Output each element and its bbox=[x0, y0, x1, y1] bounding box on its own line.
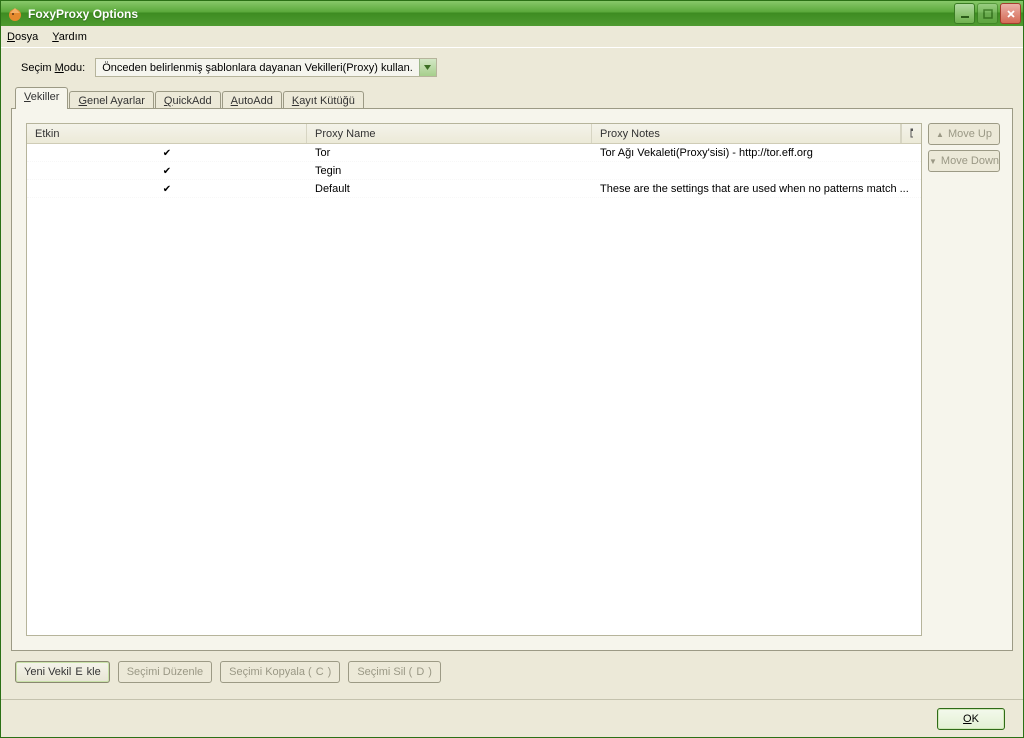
bottom-button-row: Yeni Vekil Ekle Seçimi Düzenle Seçimi Ko… bbox=[11, 651, 1013, 689]
delete-selection-button[interactable]: Seçimi Sil (D) bbox=[348, 661, 441, 683]
chevron-down-icon bbox=[419, 59, 436, 76]
window-title: FoxyProxy Options bbox=[28, 7, 954, 21]
tab-panel-vekiller: Etkin Proxy Name Proxy Notes TorTor Ağı … bbox=[11, 108, 1013, 651]
move-down-button[interactable]: Move Down bbox=[928, 150, 1000, 172]
options-window: FoxyProxy Options Dosya Yardım Seçim Mod… bbox=[0, 0, 1024, 738]
menubar: Dosya Yardım bbox=[1, 26, 1023, 48]
col-header-notes[interactable]: Proxy Notes bbox=[592, 124, 901, 143]
mode-select[interactable]: Önceden belirlenmiş şablonlara dayanan V… bbox=[95, 58, 437, 77]
arrow-down-icon bbox=[929, 155, 937, 167]
checkmark-icon bbox=[163, 183, 171, 195]
tab-vekiller[interactable]: Vekiller bbox=[15, 87, 68, 109]
mode-select-value: Önceden belirlenmiş şablonlara dayanan V… bbox=[96, 62, 419, 74]
col-header-etkin[interactable]: Etkin bbox=[27, 124, 307, 143]
cell-proxy-name: Default bbox=[307, 183, 592, 195]
mode-label: Seçim Modu: bbox=[21, 62, 85, 74]
titlebar: FoxyProxy Options bbox=[1, 1, 1023, 26]
proxy-grid[interactable]: Etkin Proxy Name Proxy Notes TorTor Ağı … bbox=[26, 123, 922, 636]
menu-file[interactable]: Dosya bbox=[7, 31, 38, 43]
grid-header: Etkin Proxy Name Proxy Notes bbox=[27, 124, 921, 144]
cell-proxy-notes: These are the settings that are used whe… bbox=[592, 183, 921, 195]
copy-selection-button[interactable]: Seçimi Kopyala (C) bbox=[220, 661, 340, 683]
column-picker-button[interactable] bbox=[901, 124, 921, 143]
ok-button[interactable]: OK bbox=[937, 708, 1005, 730]
edit-selection-button[interactable]: Seçimi Düzenle bbox=[118, 661, 212, 683]
reorder-buttons: Move Up Move Down bbox=[928, 109, 1012, 650]
dialog-footer: OK bbox=[1, 699, 1023, 737]
app-icon bbox=[7, 6, 23, 22]
minimize-button[interactable] bbox=[954, 3, 975, 24]
cell-proxy-name: Tor bbox=[307, 147, 592, 159]
grid-body: TorTor Ağı Vekaleti(Proxy'sisi) - http:/… bbox=[27, 144, 921, 635]
move-up-button[interactable]: Move Up bbox=[928, 123, 1000, 145]
table-row[interactable]: Tegin bbox=[27, 162, 921, 180]
close-button[interactable] bbox=[1000, 3, 1021, 24]
table-row[interactable]: TorTor Ağı Vekaleti(Proxy'sisi) - http:/… bbox=[27, 144, 921, 162]
mode-row: Seçim Modu: Önceden belirlenmiş şablonla… bbox=[11, 56, 1013, 87]
arrow-up-icon bbox=[936, 128, 944, 140]
cell-enabled bbox=[27, 165, 307, 177]
maximize-button[interactable] bbox=[977, 3, 998, 24]
cell-proxy-name: Tegin bbox=[307, 165, 592, 177]
cell-proxy-notes: Tor Ağı Vekaleti(Proxy'sisi) - http://to… bbox=[592, 147, 921, 159]
cell-enabled bbox=[27, 183, 307, 195]
titlebar-buttons bbox=[954, 3, 1021, 24]
checkmark-icon bbox=[163, 147, 171, 159]
tabstrip: Vekiller Genel Ayarlar QuickAdd AutoAdd … bbox=[11, 87, 1013, 109]
cell-enabled bbox=[27, 147, 307, 159]
add-proxy-button[interactable]: Yeni Vekil Ekle bbox=[15, 661, 110, 683]
table-row[interactable]: DefaultThese are the settings that are u… bbox=[27, 180, 921, 198]
menu-help[interactable]: Yardım bbox=[52, 31, 87, 43]
checkmark-icon bbox=[163, 165, 171, 177]
column-picker-icon bbox=[910, 128, 913, 140]
content-area: Seçim Modu: Önceden belirlenmiş şablonla… bbox=[1, 48, 1023, 699]
col-header-name[interactable]: Proxy Name bbox=[307, 124, 592, 143]
